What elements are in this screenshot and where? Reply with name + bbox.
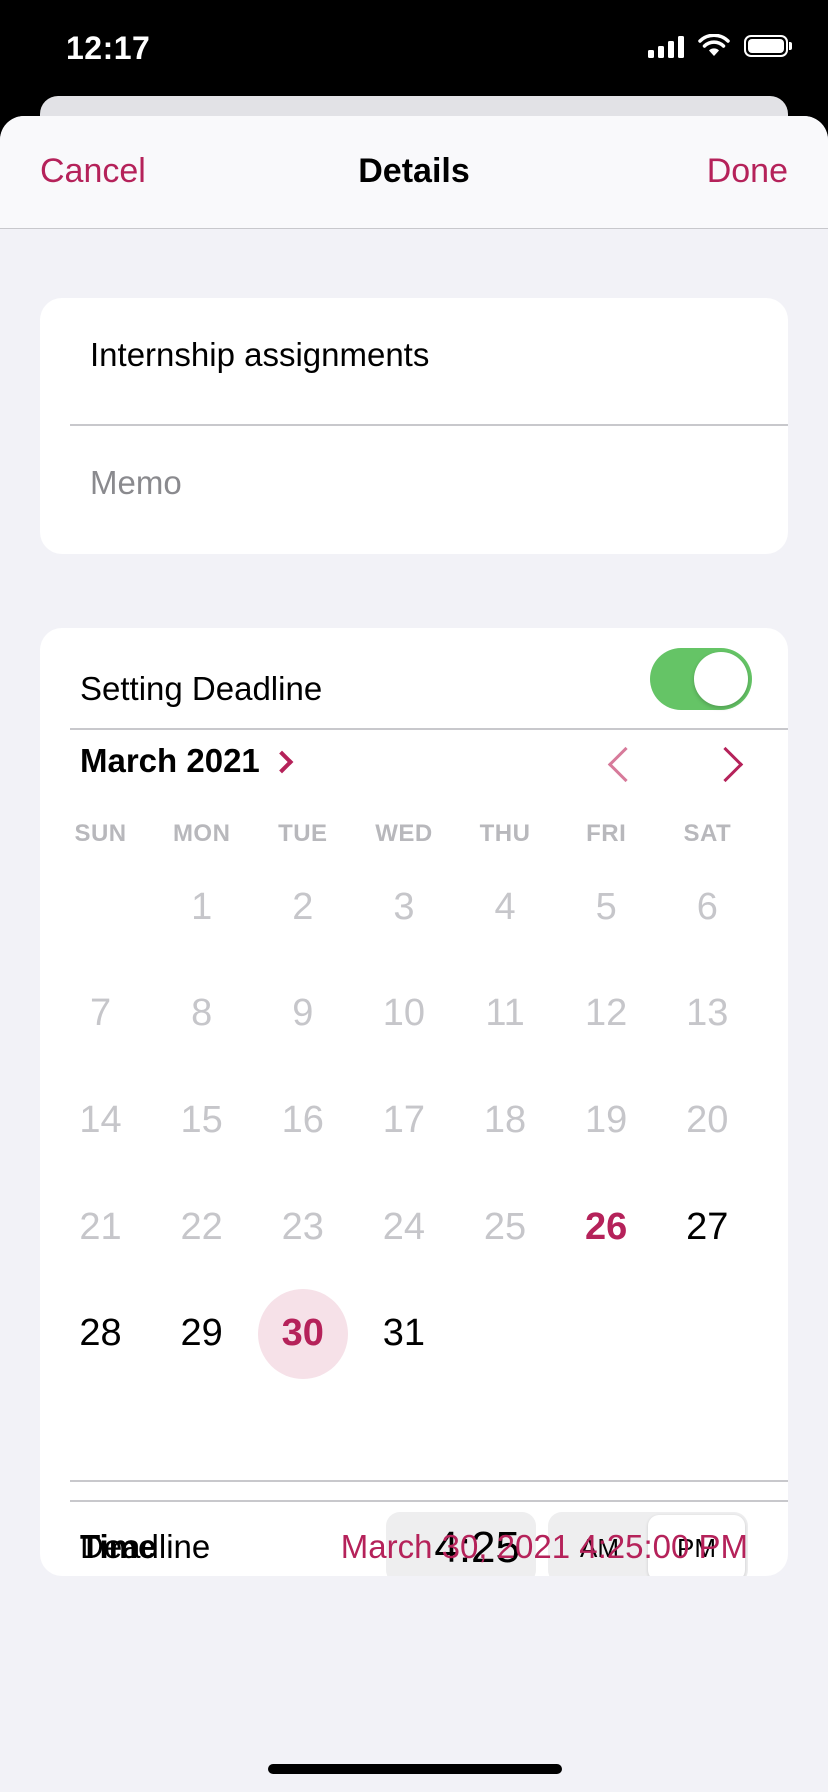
calendar-day: 1 <box>191 885 213 928</box>
calendar-day: 22 <box>180 1205 223 1248</box>
calendar-day[interactable]: 31 <box>353 1280 454 1387</box>
done-button[interactable]: Done <box>707 152 788 191</box>
calendar-day: 21 <box>79 1205 122 1248</box>
divider <box>70 1500 788 1502</box>
memo-field[interactable]: Memo <box>90 464 182 502</box>
selected-day[interactable]: 30 <box>252 1280 353 1387</box>
calendar-day: 13 <box>686 992 729 1035</box>
deadline-card: Setting Deadline March 2021 SUN MON TUE WED… <box>40 628 788 1576</box>
calendar-day: 16 <box>281 1098 324 1141</box>
calendar-day: 4 <box>494 885 516 928</box>
calendar-day: 11 <box>485 992 525 1035</box>
toggle-knob <box>694 652 748 706</box>
page-title: Details <box>358 152 470 190</box>
deadline-label: Deadline <box>80 1528 211 1565</box>
cellular-signal-icon <box>648 34 684 58</box>
weekday-label: MON <box>172 820 231 847</box>
calendar-day: 2 <box>292 885 314 928</box>
today-day[interactable]: 26 <box>556 1174 657 1281</box>
calendar-day: 3 <box>393 885 415 928</box>
status-bar: 12:17 <box>0 0 828 100</box>
calendar-day: 17 <box>382 1098 426 1141</box>
month-label: March 2021 <box>80 742 260 779</box>
calendar-day: 23 <box>281 1205 324 1248</box>
calendar-day: 8 <box>191 992 213 1035</box>
calendar-day: 14 <box>79 1098 122 1141</box>
weekday-label: WED <box>375 820 433 847</box>
calendar-day[interactable]: 28 <box>50 1280 151 1387</box>
setting-deadline-label: Setting Deadline <box>80 670 323 707</box>
calendar-day: 20 <box>686 1098 729 1141</box>
calendar-grid: 1 2 3 4 5 6 7 8 9 10 11 12 13 14 15 16 17 18 19 20 21 22 23 24 2… <box>50 854 758 1387</box>
weekday-header: SUN MON TUE WED THU FRI SAT <box>50 820 758 848</box>
status-time: 12:17 <box>66 30 151 66</box>
month-selector[interactable]: March 2021 <box>80 742 294 780</box>
divider <box>70 1480 788 1482</box>
details-sheet: Cancel Details Done Internship assignmen… <box>0 116 828 1792</box>
deadline-toggle[interactable] <box>650 648 752 710</box>
calendar-day: 18 <box>483 1098 527 1141</box>
weekday-label: SAT <box>683 820 732 847</box>
battery-icon <box>744 35 792 57</box>
calendar-day: 9 <box>292 992 314 1035</box>
divider <box>70 424 788 426</box>
calendar-day: 6 <box>696 885 718 928</box>
calendar-day: 25 <box>483 1205 527 1248</box>
weekday-label: FRI <box>586 820 627 847</box>
calendar-day[interactable]: 29 <box>151 1280 252 1387</box>
calendar-day: 7 <box>89 992 112 1035</box>
calendar-day: 24 <box>382 1205 426 1248</box>
wifi-icon <box>698 34 730 56</box>
calendar-day: 19 <box>585 1098 628 1141</box>
divider <box>70 728 788 730</box>
next-month-button[interactable] <box>707 746 744 783</box>
weekday-label: SUN <box>74 820 127 847</box>
home-indicator <box>268 1764 562 1774</box>
empty-day-cell <box>50 854 151 961</box>
calendar-day: 12 <box>585 992 628 1035</box>
calendar-day: 5 <box>595 885 617 928</box>
calendar-day: 10 <box>382 992 426 1035</box>
weekday-label: THU <box>479 820 531 847</box>
previous-month-button[interactable] <box>607 746 644 783</box>
deadline-value: March 30, 2021 4:25:00 PM <box>340 1528 748 1565</box>
calendar-day: 15 <box>180 1098 223 1141</box>
status-icons <box>648 34 792 58</box>
title-field[interactable]: Internship assignments <box>90 336 429 374</box>
navigation-bar: Cancel Details Done <box>0 116 828 229</box>
chevron-right-icon <box>270 750 294 774</box>
task-info-card: Internship assignments Memo <box>40 298 788 554</box>
calendar-day[interactable]: 27 <box>657 1174 758 1281</box>
weekday-label: TUE <box>278 820 328 847</box>
